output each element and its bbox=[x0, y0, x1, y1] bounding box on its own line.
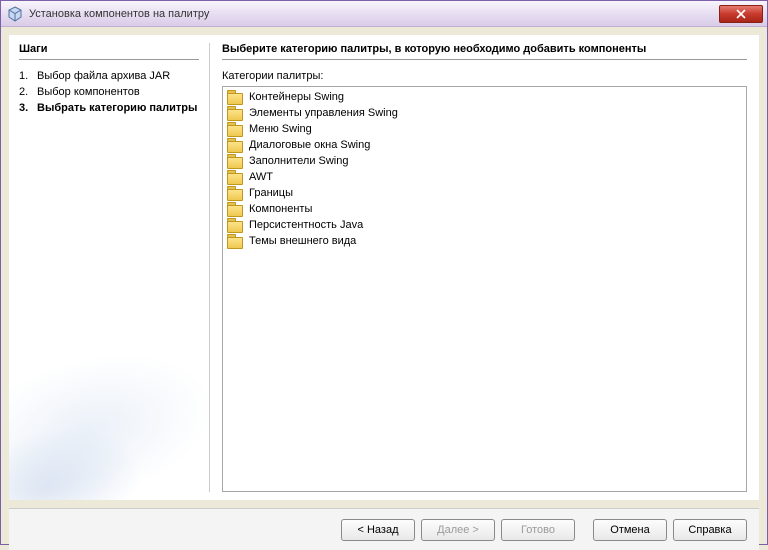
step-item: 3.Выбрать категорию палитры bbox=[19, 100, 199, 116]
step-item: 2.Выбор компонентов bbox=[19, 84, 199, 100]
category-label: Меню Swing bbox=[249, 123, 312, 135]
titlebar: Установка компонентов на палитру bbox=[1, 1, 767, 27]
folder-icon bbox=[227, 202, 243, 216]
folder-icon bbox=[227, 106, 243, 120]
category-label: Персистентность Java bbox=[249, 219, 363, 231]
step-number: 2. bbox=[19, 86, 37, 98]
close-button[interactable] bbox=[719, 5, 763, 23]
steps-list: 1.Выбор файла архива JAR2.Выбор компонен… bbox=[19, 68, 199, 116]
step-item: 1.Выбор файла архива JAR bbox=[19, 68, 199, 84]
steps-sidebar: Шаги 1.Выбор файла архива JAR2.Выбор ком… bbox=[9, 35, 209, 500]
sidebar-decoration bbox=[9, 288, 209, 500]
category-label: Границы bbox=[249, 187, 293, 199]
help-button[interactable]: Справка bbox=[673, 519, 747, 541]
category-item[interactable]: Диалоговые окна Swing bbox=[225, 137, 744, 153]
folder-icon bbox=[227, 90, 243, 104]
app-icon bbox=[7, 6, 23, 22]
button-bar: < Назад Далее > Готово Отмена Справка bbox=[9, 508, 759, 550]
main-heading: Выберите категорию палитры, в которую не… bbox=[222, 43, 747, 60]
category-label: Диалоговые окна Swing bbox=[249, 139, 370, 151]
category-list[interactable]: Контейнеры Swing Элементы управления Swin… bbox=[222, 86, 747, 492]
category-label: Заполнители Swing bbox=[249, 155, 348, 167]
category-list-label: Категории палитры: bbox=[222, 70, 747, 82]
main-panel: Выберите категорию палитры, в которую не… bbox=[210, 35, 759, 500]
folder-icon bbox=[227, 154, 243, 168]
nav-button-group: < Назад Далее > Готово bbox=[341, 519, 575, 541]
folder-icon bbox=[227, 170, 243, 184]
step-label: Выбор компонентов bbox=[37, 86, 199, 98]
category-label: Компоненты bbox=[249, 203, 312, 215]
category-label: Элементы управления Swing bbox=[249, 107, 398, 119]
category-item[interactable]: AWT bbox=[225, 169, 744, 185]
category-item[interactable]: Темы внешнего вида bbox=[225, 233, 744, 249]
step-number: 3. bbox=[19, 102, 37, 114]
steps-heading: Шаги bbox=[19, 43, 199, 60]
folder-icon bbox=[227, 234, 243, 248]
folder-icon bbox=[227, 186, 243, 200]
category-item[interactable]: Компоненты bbox=[225, 201, 744, 217]
next-button: Далее > bbox=[421, 519, 495, 541]
category-label: Темы внешнего вида bbox=[249, 235, 356, 247]
category-item[interactable]: Элементы управления Swing bbox=[225, 105, 744, 121]
step-label: Выбрать категорию палитры bbox=[37, 102, 199, 114]
category-item[interactable]: Заполнители Swing bbox=[225, 153, 744, 169]
category-item[interactable]: Границы bbox=[225, 185, 744, 201]
finish-button: Готово bbox=[501, 519, 575, 541]
folder-icon bbox=[227, 138, 243, 152]
category-label: Контейнеры Swing bbox=[249, 91, 344, 103]
step-number: 1. bbox=[19, 70, 37, 82]
wizard-content: Шаги 1.Выбор файла архива JAR2.Выбор ком… bbox=[9, 35, 759, 500]
back-button[interactable]: < Назад bbox=[341, 519, 415, 541]
category-item[interactable]: Персистентность Java bbox=[225, 217, 744, 233]
category-item[interactable]: Меню Swing bbox=[225, 121, 744, 137]
category-label: AWT bbox=[249, 171, 273, 183]
folder-icon bbox=[227, 122, 243, 136]
cancel-button[interactable]: Отмена bbox=[593, 519, 667, 541]
folder-icon bbox=[227, 218, 243, 232]
window-title: Установка компонентов на палитру bbox=[29, 8, 209, 20]
category-item[interactable]: Контейнеры Swing bbox=[225, 89, 744, 105]
close-icon bbox=[736, 9, 746, 19]
step-label: Выбор файла архива JAR bbox=[37, 70, 199, 82]
